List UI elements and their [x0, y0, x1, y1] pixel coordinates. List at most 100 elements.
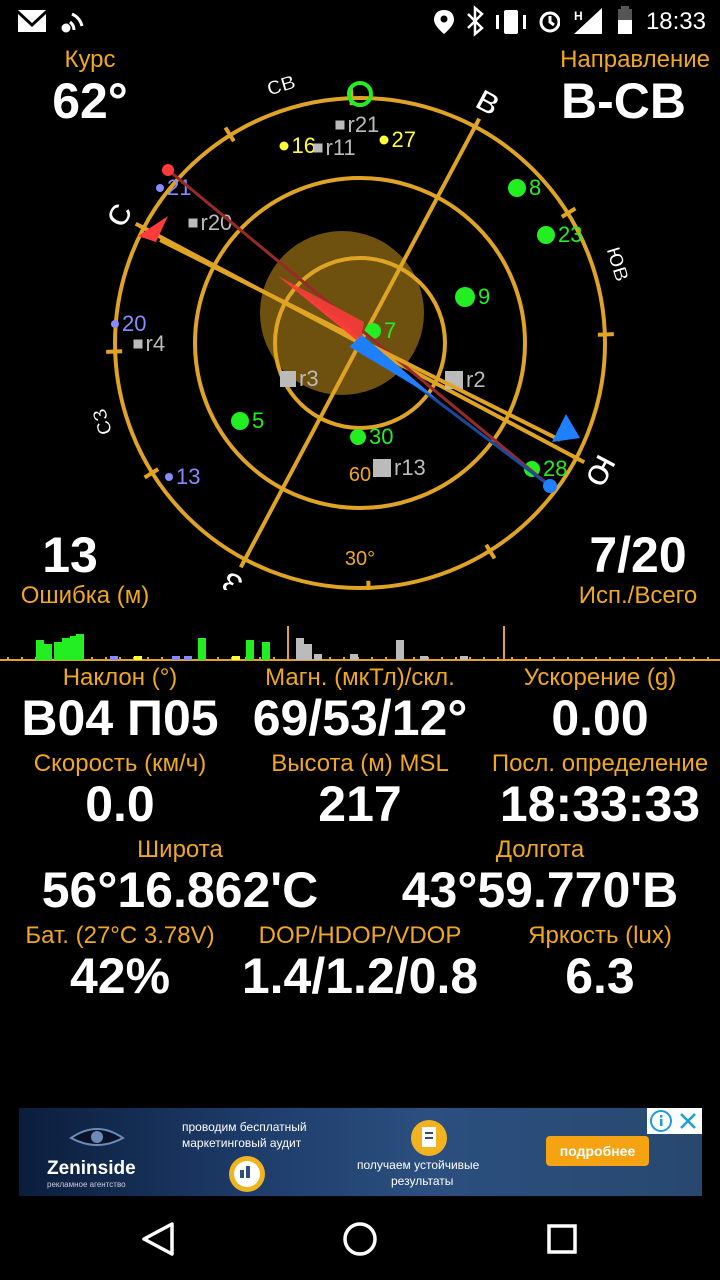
ad-line-2: маркетинговый аудит — [182, 1136, 302, 1150]
magnet-cell: Магн. (мкТл)/скл. 69/53/12° — [240, 664, 480, 745]
cardinal-southeast: ЮВ — [601, 244, 632, 284]
ad-line-3: получаем устойчивые — [357, 1158, 480, 1172]
satellite-13: 13 — [165, 464, 200, 489]
longitude-cell: Долгота 43°59.770'В — [360, 836, 720, 917]
magnet-value: 69/53/12° — [252, 690, 468, 746]
vibrate-icon — [496, 10, 526, 34]
satellite-label: r20 — [201, 210, 233, 235]
signal-bar — [232, 656, 240, 660]
satellite-label: 9 — [478, 284, 490, 309]
satellite-marker — [133, 339, 143, 349]
satellite-r11: r11 — [313, 135, 356, 160]
ad-close-button[interactable] — [675, 1108, 702, 1134]
signal-bar — [44, 644, 52, 660]
satellite-marker — [350, 429, 366, 445]
ad-banner[interactable]: Zeninside рекламное агентство проводим б… — [19, 1108, 702, 1196]
signal-bar — [54, 642, 62, 660]
status-bar: H 18:33 — [0, 0, 720, 44]
satellite-marker — [313, 143, 323, 153]
latitude-cell: Широта 56°16.862'С — [0, 836, 360, 917]
magnet-label: Магн. (мкТл)/скл. — [265, 664, 455, 691]
signal-bar — [304, 644, 312, 660]
satellite-marker — [373, 459, 391, 477]
speed-cell: Скорость (км/ч) 0.0 — [0, 750, 240, 831]
satellite-label: 13 — [176, 464, 200, 489]
satellite-marker — [165, 473, 173, 481]
satellite-marker — [279, 141, 289, 151]
satellite-marker — [335, 120, 345, 130]
network-battery: H — [574, 6, 632, 34]
accel-label: Ускорение (g) — [523, 664, 677, 691]
signal-bar — [460, 656, 468, 660]
dop-label: DOP/HDOP/VDOP — [258, 922, 462, 949]
satellite-marker — [280, 371, 296, 387]
ad-brand-sub: рекламное агентство — [47, 1180, 126, 1189]
signal-strength-bars — [0, 626, 720, 661]
satellite-label: r3 — [299, 366, 319, 391]
satellite-marker — [111, 320, 119, 328]
chart-badge-icon — [229, 1156, 265, 1192]
satellite-r21: r21 — [335, 112, 380, 137]
alarm-icon — [539, 11, 560, 33]
satellite-5: 5 — [231, 408, 264, 433]
latitude-value: 56°16.862'С — [41, 862, 319, 918]
battery-cell: Бат. (27°C 3.78V) 42% — [0, 922, 240, 1003]
cardinal-south: Ю — [578, 449, 622, 492]
ad-info-button[interactable] — [647, 1108, 675, 1134]
dop-cell: DOP/HDOP/VDOP 1.4/1.2/0.8 — [240, 922, 480, 1003]
signal-bar — [420, 656, 428, 660]
satellite-marker — [188, 218, 198, 228]
altitude-cell: Высота (м) MSL 217 — [240, 750, 480, 831]
satellite-label: 20 — [122, 311, 146, 336]
cardinal-north: С — [101, 198, 140, 233]
signal-bar — [262, 642, 270, 660]
signal-bar — [198, 638, 206, 660]
dop-value: 1.4/1.2/0.8 — [241, 948, 479, 1004]
satellite-27: 27 — [379, 127, 416, 152]
satellite-marker — [537, 226, 555, 244]
battery-value: 42% — [69, 948, 171, 1004]
satellite-r13: r13 — [373, 455, 426, 480]
satellite-marker — [508, 179, 526, 197]
ad-line-4: результаты — [391, 1174, 454, 1188]
signal-broadcast-icon — [61, 12, 84, 33]
sky-radar[interactable]: ССВВЮВЮЮЗЗСЗ6030°16r11r212721r208239720r… — [0, 50, 720, 590]
signal-bar — [36, 640, 44, 660]
satellite-label: r21 — [348, 112, 380, 137]
signal-bar — [134, 656, 142, 660]
signal-bar — [76, 634, 84, 660]
last-fix-cell: Посл. определение 18:33:33 — [480, 750, 720, 831]
satellite-16: 16 — [279, 133, 316, 158]
recents-button[interactable] — [532, 1214, 592, 1264]
ring-tick — [366, 580, 371, 590]
ad-brand: Zeninside — [47, 1158, 136, 1179]
signal-bar — [246, 640, 254, 660]
ring-tick — [106, 349, 123, 354]
satellite-r20: r20 — [188, 210, 233, 235]
satellite-label: 8 — [529, 175, 541, 200]
ad-line-1: проводим бесплатный — [182, 1120, 307, 1134]
ring-label-60: 60 — [349, 464, 371, 486]
satellite-label: r11 — [326, 135, 356, 160]
south-pin — [543, 479, 557, 493]
satellite-label: 7 — [384, 318, 396, 343]
cardinal-southwest: ЮЗ — [419, 585, 457, 590]
back-button[interactable] — [128, 1214, 188, 1264]
satellite-8: 8 — [508, 175, 541, 200]
readings-row-3: Широта 56°16.862'С Долгота 43°59.770'В — [0, 836, 720, 920]
satellite-marker — [455, 287, 475, 307]
speed-value: 0.0 — [85, 776, 155, 832]
battery-icon — [618, 6, 632, 34]
satellite-marker — [231, 412, 249, 430]
ad-cta-button[interactable]: подробнее — [546, 1143, 649, 1159]
ring-label-30: 30° — [345, 548, 375, 570]
satellite-label: 16 — [292, 133, 316, 158]
cardinal-northwest: СЗ — [89, 406, 118, 438]
accel-cell: Ускорение (g) 0.00 — [480, 664, 720, 745]
signal-bar — [62, 638, 70, 660]
satellite-label: 30 — [369, 424, 393, 449]
status-time: 18:33 — [645, 8, 706, 35]
home-button[interactable] — [330, 1214, 390, 1264]
satellite-label: r4 — [146, 331, 166, 356]
satellite-label: 23 — [558, 222, 582, 247]
